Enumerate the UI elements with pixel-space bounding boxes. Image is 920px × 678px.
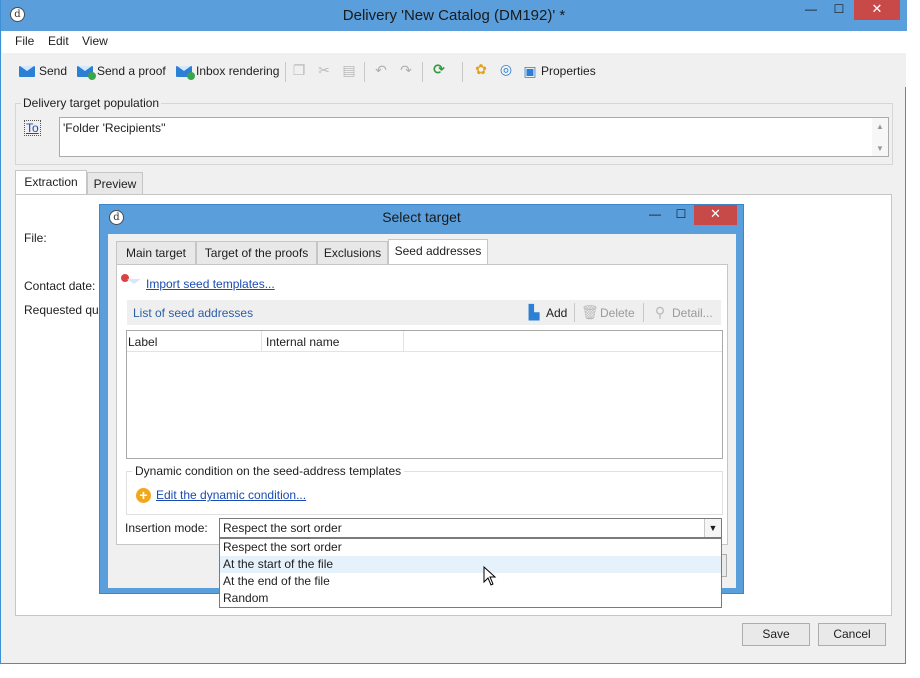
menu-bar: File Edit View [2,31,906,53]
scroll-down-icon[interactable]: ▼ [876,144,884,153]
to-field[interactable]: 'Folder 'Recipients'' ▲ ▼ [59,117,889,157]
redo-icon[interactable]: ↷ [399,63,413,77]
requested-quantity-label: Requested qua [24,303,106,317]
seed-addresses-table[interactable]: Label Internal name [126,330,723,459]
to-value: 'Folder 'Recipients'' [63,121,166,135]
envelope-icon [19,65,35,77]
menu-edit[interactable]: Edit [48,34,69,48]
dynamic-condition-label: Dynamic condition on the seed-address te… [132,464,405,478]
delete-button[interactable]: Delete [600,306,635,320]
add-icon: ▙ [528,304,540,320]
scroll-up-icon[interactable]: ▲ [876,122,884,131]
detail-button[interactable]: Detail... [672,306,713,320]
toolbar-separator [285,62,286,82]
send-proof-button[interactable]: Send a proof [77,61,166,81]
close-button[interactable]: ✕ [854,0,900,20]
tab-exclusions[interactable]: Exclusions [317,241,388,264]
toolbar-separator [422,62,423,82]
seed-list-toolbar: List of seed addresses ▙ Add 🗑 Delete ⚲ … [127,300,721,325]
maximize-button[interactable]: ☐ [825,0,853,20]
toolbar: Send Send a proof Inbox rendering ❐ ✂ ▤ … [2,53,906,87]
column-internal-name[interactable]: Internal name [266,335,339,349]
envelope-check-icon [77,65,96,80]
paste-icon[interactable]: ▤ [342,63,356,77]
properties-button[interactable]: ▣ Properties [523,61,596,81]
contact-date-label: Contact date: [24,279,96,293]
target-settings-icon[interactable]: ◎ [499,62,513,76]
send-button[interactable]: Send [19,61,67,81]
insertion-mode-options: Respect the sort order At the start of t… [219,538,722,608]
edit-dynamic-condition-link[interactable]: Edit the dynamic condition... [156,488,306,502]
inbox-rendering-label: Inbox rendering [196,64,280,78]
window-title: Delivery 'New Catalog (DM192)' * [342,7,566,24]
tab-target-of-proofs[interactable]: Target of the proofs [196,241,317,264]
to-scrollbar[interactable]: ▲ ▼ [872,118,888,156]
mouse-cursor-icon [483,566,497,586]
minimize-button[interactable]: — [797,0,825,20]
dialog-close-button[interactable]: ✕ [694,205,737,225]
tab-preview[interactable]: Preview [87,172,143,195]
column-label[interactable]: Label [128,335,157,349]
seed-list-title: List of seed addresses [133,306,254,320]
toolbar-separator [364,62,365,82]
send-label: Send [39,64,68,78]
undo-icon[interactable]: ↶ [374,63,388,77]
option-random[interactable]: Random [220,590,721,607]
refresh-icon[interactable]: ⟳ [432,62,446,76]
menu-view[interactable]: View [82,34,108,48]
to-link[interactable]: To [24,120,41,136]
insertion-mode-value: Respect the sort order [223,521,342,535]
plus-icon: + [136,488,151,503]
gift-icon[interactable]: ✿ [474,62,488,76]
table-header: Label Internal name [127,331,722,352]
insertion-mode-select[interactable]: Respect the sort order ▼ [219,518,722,538]
save-button[interactable]: Save [742,623,810,646]
trash-icon: 🗑 [581,304,599,320]
column-separator [261,331,262,351]
option-end-of-file[interactable]: At the end of the file [220,573,721,590]
inbox-rendering-button[interactable]: Inbox rendering [176,61,279,81]
cut-icon[interactable]: ✂ [317,63,331,77]
send-proof-label: Send a proof [97,64,166,78]
seed-addresses-panel: Import seed templates... List of seed ad… [116,264,728,545]
clipboard-icon: ▣ [523,63,537,79]
tab-seed-addresses[interactable]: Seed addresses [388,239,488,265]
toolbar-separator [643,303,644,322]
dialog-minimize-button[interactable]: — [642,205,668,225]
tab-extraction[interactable]: Extraction [15,170,87,195]
chevron-down-icon[interactable]: ▼ [704,519,721,537]
file-label: File: [24,231,47,245]
insertion-mode-label: Insertion mode: [125,521,208,535]
add-button[interactable]: Add [546,306,567,320]
toolbar-separator [574,303,575,322]
envelope-check-icon [176,65,195,80]
column-separator [403,331,404,351]
toolbar-separator [462,62,463,82]
properties-label: Properties [541,64,596,78]
tab-main-target[interactable]: Main target [116,241,196,264]
magnifier-icon: ⚲ [654,304,666,320]
main-titlebar[interactable]: d Delivery 'New Catalog (DM192)' * — ☐ ✕ [1,0,907,31]
copy-icon[interactable]: ❐ [292,63,306,77]
option-respect-sort-order[interactable]: Respect the sort order [220,539,721,556]
dialog-maximize-button[interactable]: ☐ [668,205,694,225]
import-seed-templates-link[interactable]: Import seed templates... [146,277,275,291]
cancel-button[interactable]: Cancel [818,623,886,646]
menu-file[interactable]: File [15,34,34,48]
option-start-of-file[interactable]: At the start of the file [220,556,721,573]
target-population-label: Delivery target population [21,96,162,110]
